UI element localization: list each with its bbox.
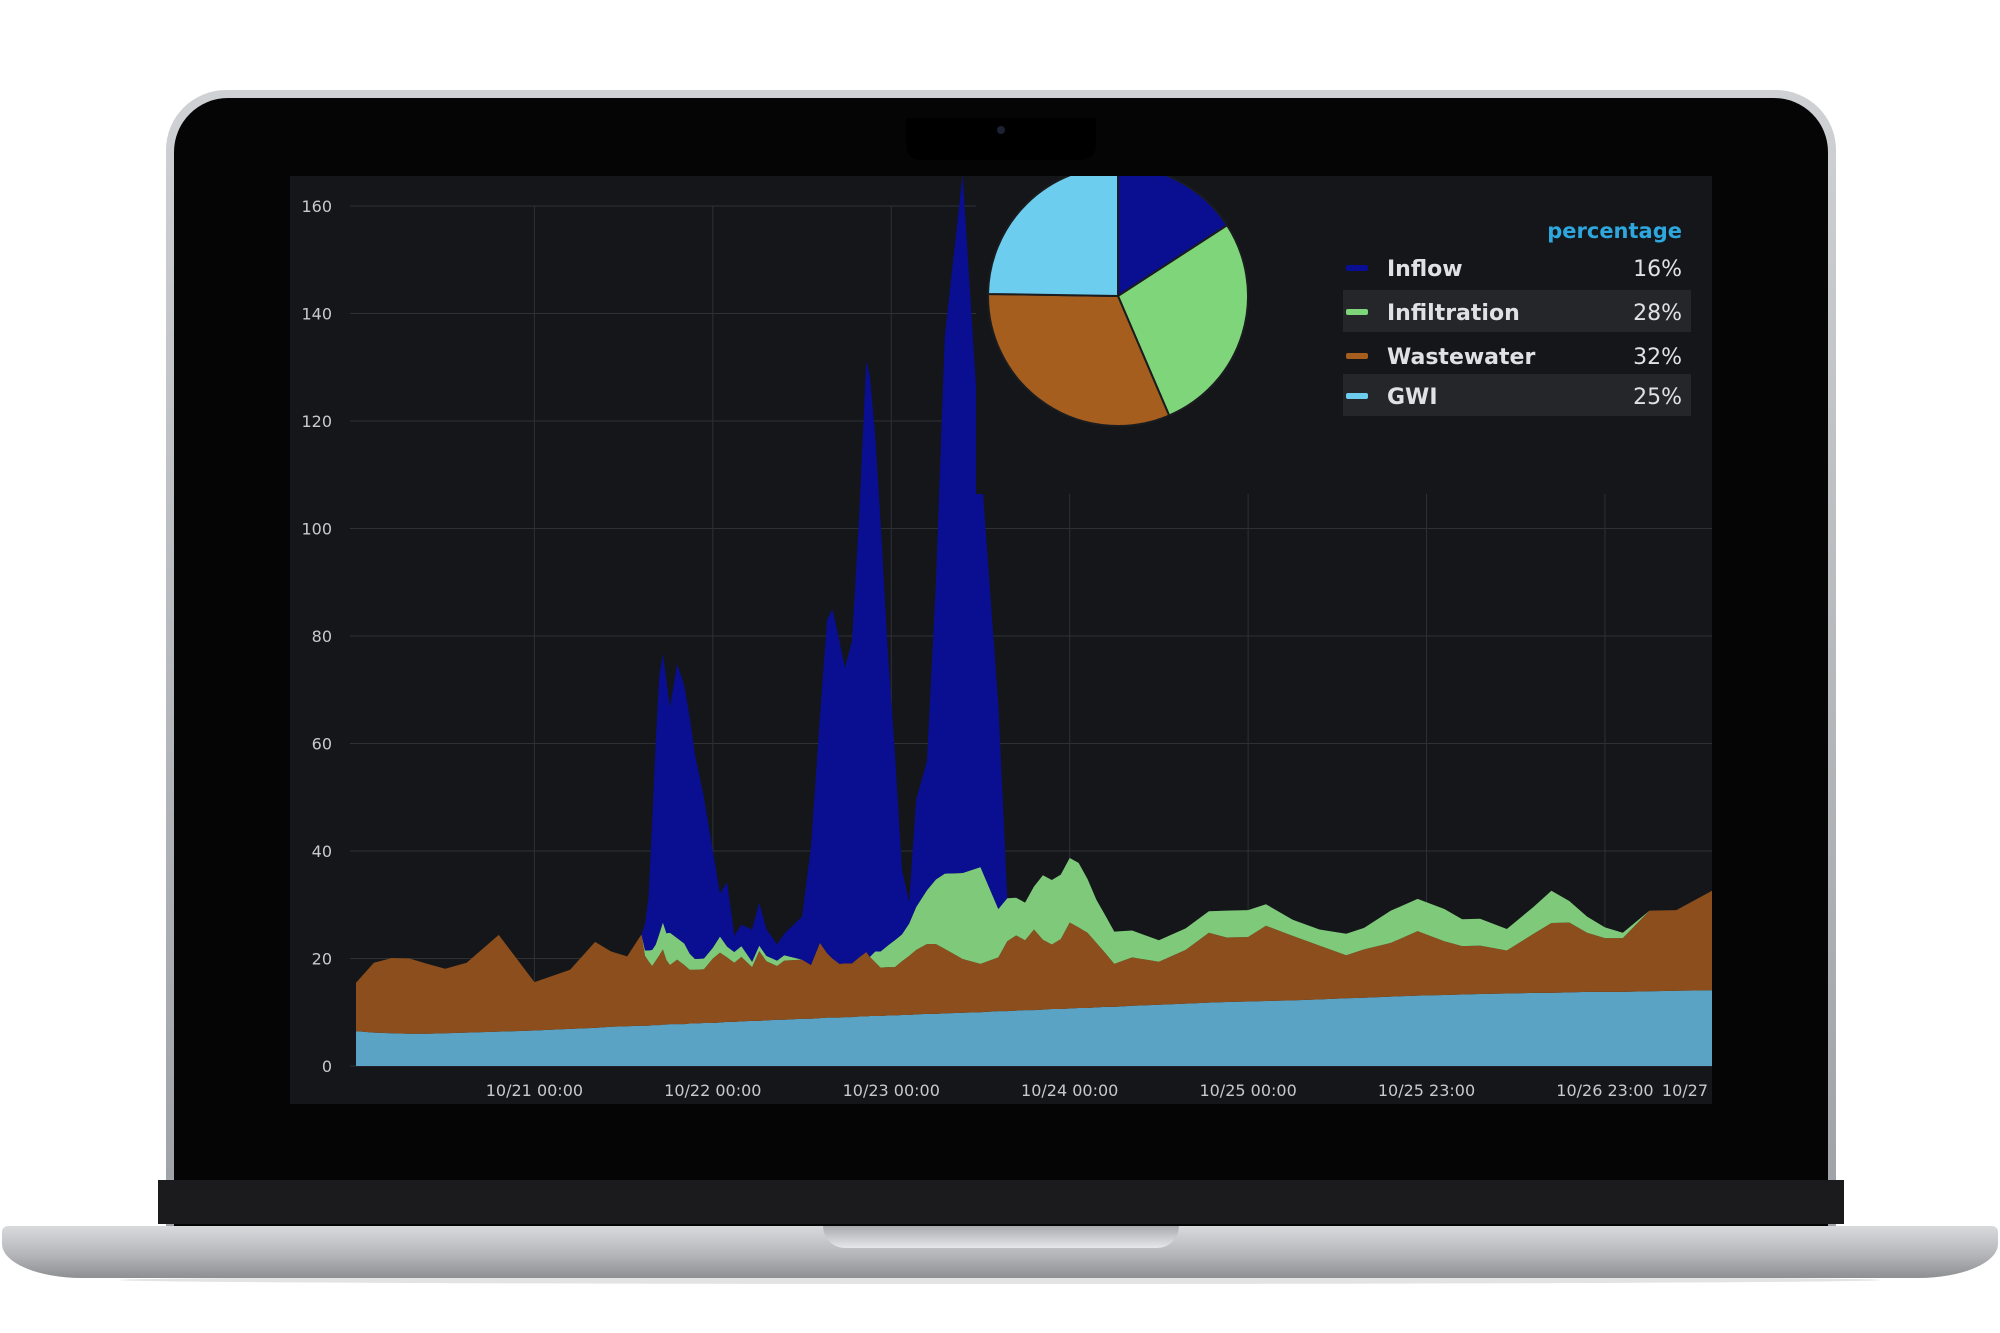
x-tick-label: 10/25 23:00 [1378, 1081, 1475, 1100]
pie-chart: percentage Inflow 16% Infiltration 28% Wastew… [986, 176, 1691, 427]
x-tick-label: 10/24 00:00 [1021, 1081, 1118, 1100]
x-tick-label: 10/25 00:00 [1199, 1081, 1296, 1100]
y-tick-label: 40 [312, 842, 332, 861]
legend-swatch-inflow [1346, 265, 1368, 271]
legend-title: percentage [1547, 219, 1682, 243]
legend-swatch-wastewater [1346, 353, 1368, 359]
x-tick-label: 10/27 [1662, 1081, 1708, 1100]
dashboard-screen: 0 20 40 60 80 100 120 140 160 10/21 00:00 10/22 0… [290, 176, 1712, 1104]
y-tick-label: 0 [322, 1057, 332, 1076]
y-tick-label: 20 [312, 950, 332, 969]
legend-value: 32% [1633, 345, 1682, 370]
y-tick-label: 60 [312, 735, 332, 754]
legend-swatch-gwi [1346, 393, 1368, 399]
x-tick-label: 10/22 00:00 [664, 1081, 761, 1100]
legend-swatch-infiltration [1346, 309, 1368, 315]
legend-label: Wastewater [1387, 345, 1535, 370]
legend-value: 28% [1633, 301, 1682, 326]
y-tick-label: 160 [301, 197, 332, 216]
x-tick-label: 10/23 00:00 [843, 1081, 940, 1100]
camera-notch [906, 118, 1096, 160]
pie-slice-gwi [986, 176, 1119, 298]
y-tick-label: 120 [301, 412, 332, 431]
x-tick-label: 10/26 23:00 [1556, 1081, 1653, 1100]
y-tick-label: 100 [301, 520, 332, 539]
laptop-opening-notch [823, 1226, 1179, 1248]
x-axis-labels: 10/21 00:00 10/22 00:00 10/23 00:00 10/24 0… [486, 1081, 1708, 1100]
y-axis-labels: 0 20 40 60 80 100 120 140 160 [301, 197, 332, 1076]
y-tick-label: 140 [301, 305, 332, 324]
laptop-chin [158, 1180, 1844, 1224]
pie-panel: percentage Inflow 16% Infiltration 28% Wastew… [976, 176, 1712, 494]
y-tick-label: 80 [312, 627, 332, 646]
camera-icon [997, 126, 1005, 134]
legend-value: 25% [1633, 385, 1682, 410]
legend-label: Inflow [1387, 257, 1463, 282]
legend-label: GWI [1387, 385, 1438, 410]
legend-label: Infiltration [1387, 301, 1520, 326]
x-tick-label: 10/21 00:00 [486, 1081, 583, 1100]
legend-value: 16% [1633, 257, 1682, 282]
